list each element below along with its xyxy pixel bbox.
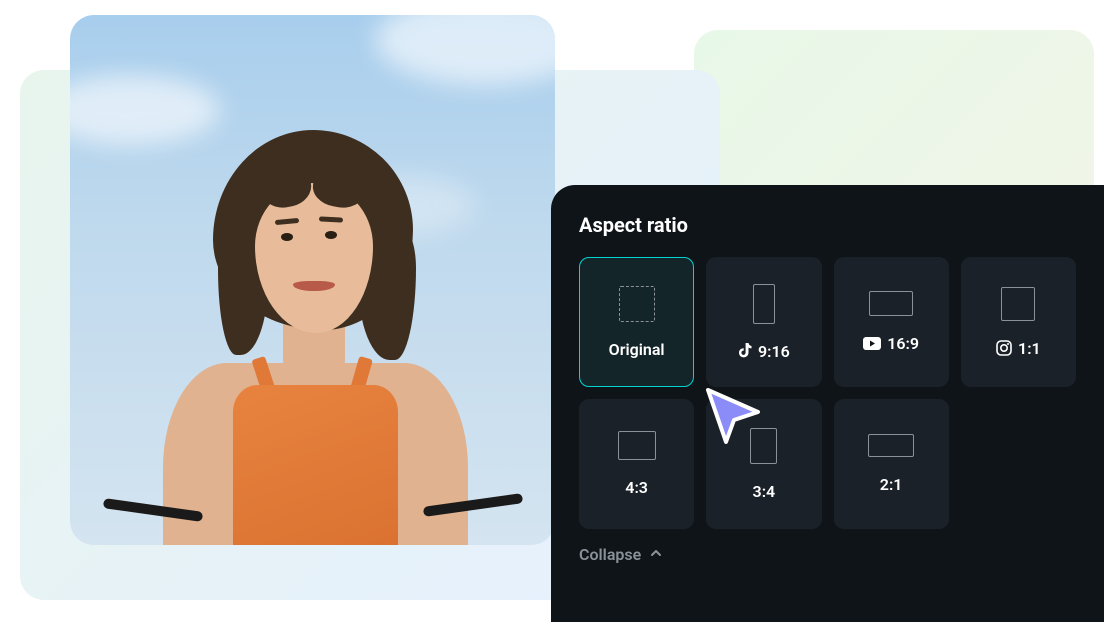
ratio-label-text: 16:9 — [887, 334, 919, 353]
ratio-label: 9:16 — [738, 342, 790, 361]
aspect-ratio-option-original[interactable]: Original — [579, 257, 694, 387]
tiktok-icon — [738, 343, 752, 359]
aspect-ratio-panel: Aspect ratio Original 9:16 16:9 1:1 4:3 3:4 2:… — [551, 185, 1104, 622]
ratio-label-text: 3:4 — [753, 482, 776, 501]
aspect-ratio-option-2-1[interactable]: 2:1 — [834, 399, 949, 529]
ratio-label: 2:1 — [880, 475, 903, 494]
ratio-label-text: 1:1 — [1018, 339, 1041, 358]
ratio-label-text: Original — [609, 340, 665, 359]
ratio-label: 3:4 — [753, 482, 776, 501]
ratio-preview-shape — [1001, 287, 1035, 321]
chevron-up-icon — [649, 545, 663, 564]
ratio-label: 1:1 — [996, 339, 1041, 358]
panel-title: Aspect ratio — [579, 213, 1076, 237]
ratio-label: 16:9 — [863, 334, 919, 353]
ratio-label-text: 2:1 — [880, 475, 903, 494]
ratio-preview-shape — [869, 291, 913, 316]
ratio-preview-shape — [619, 286, 655, 322]
ratio-preview-shape — [753, 284, 775, 324]
aspect-ratio-grid: Original 9:16 16:9 1:1 4:3 3:4 2:1 — [579, 257, 1076, 529]
aspect-ratio-option-3-4[interactable]: 3:4 — [706, 399, 821, 529]
aspect-ratio-option-1-1[interactable]: 1:1 — [961, 257, 1076, 387]
youtube-icon — [863, 337, 881, 350]
aspect-ratio-option-9-16[interactable]: 9:16 — [706, 257, 821, 387]
collapse-label: Collapse — [579, 545, 641, 564]
collapse-button[interactable]: Collapse — [579, 545, 663, 564]
ratio-label: Original — [609, 340, 665, 359]
ratio-label-text: 4:3 — [625, 478, 648, 497]
instagram-icon — [996, 340, 1012, 356]
aspect-ratio-option-4-3[interactable]: 4:3 — [579, 399, 694, 529]
ratio-preview-shape — [868, 434, 914, 457]
ratio-label-text: 9:16 — [758, 342, 790, 361]
source-image-preview — [70, 15, 555, 545]
ratio-preview-shape — [750, 428, 777, 464]
ratio-preview-shape — [618, 431, 656, 460]
ratio-label: 4:3 — [625, 478, 648, 497]
aspect-ratio-option-16-9[interactable]: 16:9 — [834, 257, 949, 387]
